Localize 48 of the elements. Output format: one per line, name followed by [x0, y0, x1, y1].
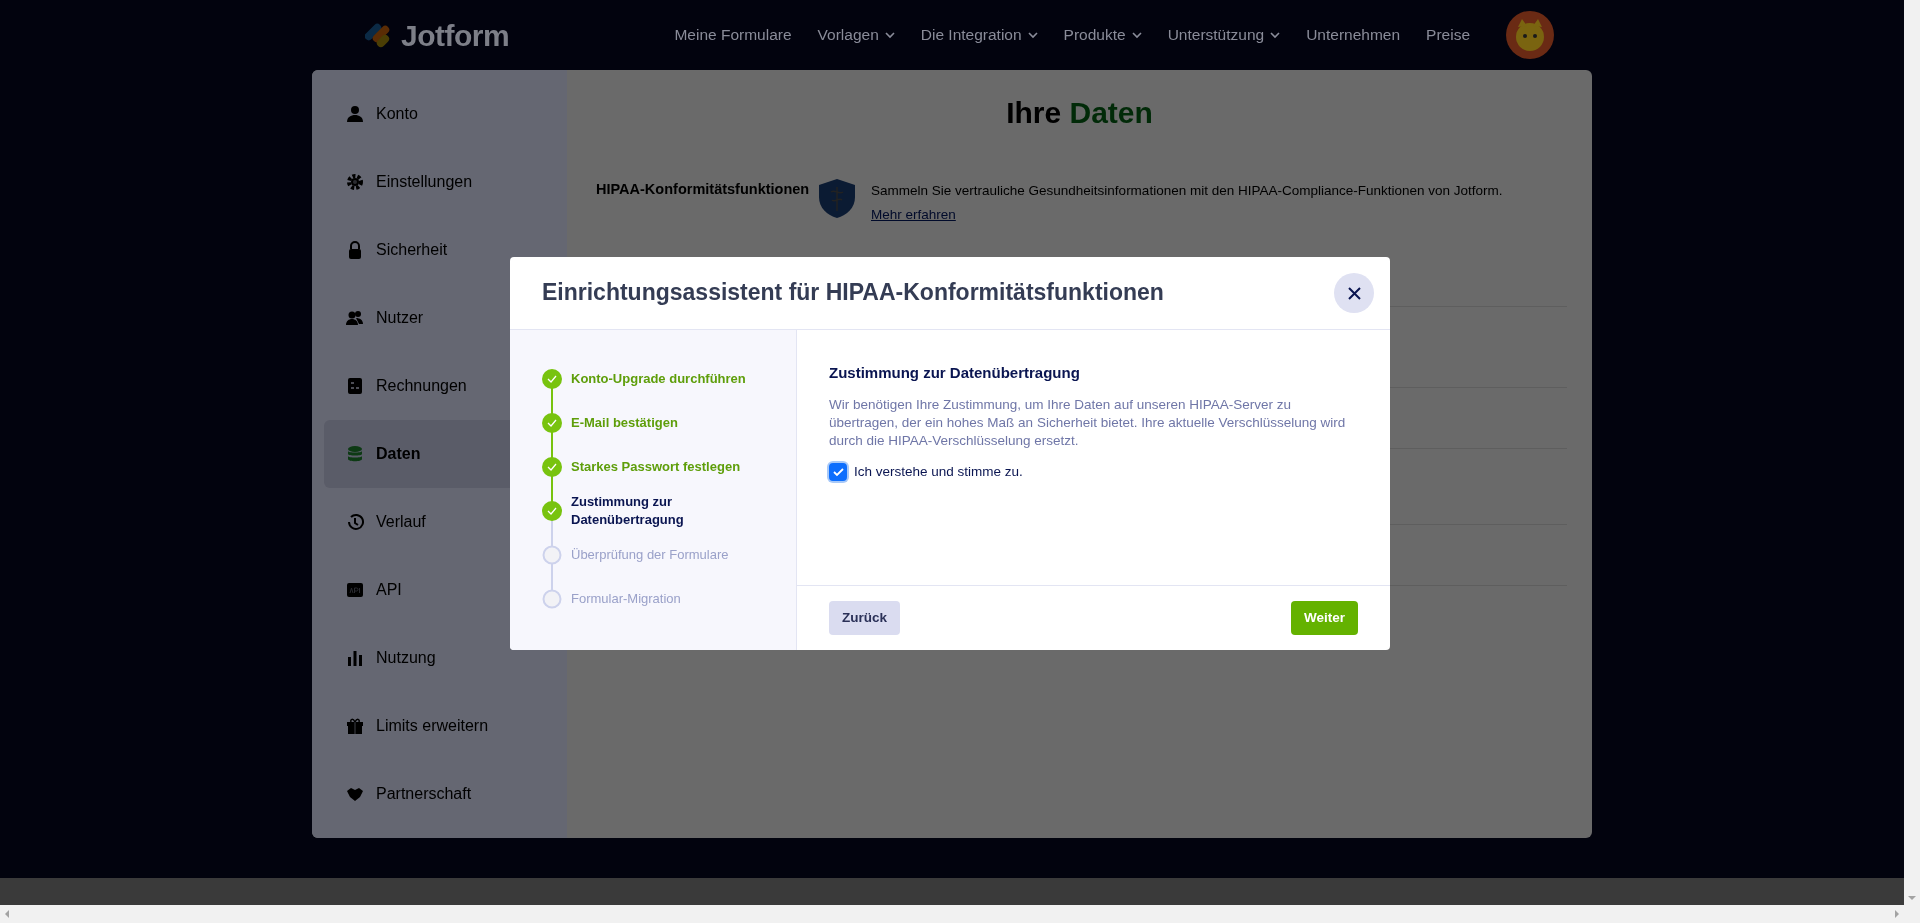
gift-icon	[346, 717, 364, 735]
avatar-icon[interactable]	[1506, 11, 1554, 59]
section-description: Sammeln Sie vertrauliche Gesundheitsinformationen mit den HIPAA-Compliance-Funktionen von Jotform.	[871, 182, 1503, 200]
sidebar-item[interactable]: Nutzung	[324, 624, 567, 692]
learn-more-link[interactable]: Mehr erfahren	[871, 205, 956, 226]
lock-icon	[346, 241, 364, 259]
dialog-title: Einrichtungsassistent für HIPAA-Konformitätsfunktionen	[542, 279, 1164, 307]
bar-chart-icon	[346, 649, 364, 667]
step-title: Zustimmung zur Datenübertragung	[829, 364, 1081, 382]
page-title: Ihre Daten	[1005, 95, 1154, 131]
back-button[interactable]: Zurück	[829, 600, 900, 636]
nav-link[interactable]: Preise	[1426, 23, 1470, 47]
close-button[interactable]	[1334, 273, 1374, 313]
settings-icon	[346, 173, 364, 191]
shield-icon	[817, 178, 857, 219]
step-label: Konto-Upgrade durchführen	[571, 369, 746, 388]
sidebar-item[interactable]: Verlauf	[324, 488, 567, 556]
logo-text[interactable]: Jotform	[401, 12, 510, 58]
consent-checkbox[interactable]	[829, 462, 847, 481]
nav-link[interactable]: Meine Formulare	[674, 23, 792, 47]
users-icon	[346, 309, 364, 327]
api-icon	[346, 581, 364, 599]
step-label: Formular-Migration	[571, 589, 681, 608]
step-description: Wir benötigen Ihre Zustimmung, um Ihre Daten auf unseren HIPAA-Server zu übertragen, der ein hohes Maß an Sicherheit bietet. Ihre aktuelle Verschlüsselung wird durch die HIPAA-Verschlüsselung ersetzt.	[829, 396, 1347, 451]
sidebar-item[interactable]: API	[324, 556, 567, 624]
nav-link[interactable]: Unternehmen	[1306, 23, 1401, 47]
invoice-icon	[346, 377, 364, 395]
database-icon	[346, 445, 364, 463]
sidebar-item[interactable]: Einstellungen	[324, 148, 567, 216]
person-icon	[346, 105, 364, 123]
nav-link[interactable]: Vorlagen	[817, 23, 895, 47]
step-label: Zustimmung zur Datenübertragung	[571, 492, 685, 529]
sidebar-item[interactable]: Partnerschaft	[324, 760, 567, 828]
step-label: Überprüfung der Formulare	[571, 545, 729, 564]
sidebar-item[interactable]: Limits erweitern	[324, 692, 567, 760]
sidebar-item[interactable]: Rechnungen	[324, 352, 567, 420]
clock-icon	[346, 513, 364, 531]
sidebar-item[interactable]: Konto	[324, 80, 567, 148]
check-icon	[832, 466, 844, 477]
consent-label: Ich verstehe und stimme zu.	[854, 462, 1023, 481]
close-icon	[1347, 286, 1361, 300]
nav-link[interactable]: Die Integration	[920, 23, 1038, 47]
nav-link[interactable]: Produkte	[1063, 23, 1142, 47]
section-label: HIPAA-Konformitätsfunktionen	[595, 181, 811, 199]
next-button[interactable]: Weiter	[1291, 600, 1358, 636]
step-label: E-Mail bestätigen	[571, 413, 678, 432]
step-label: Starkes Passwort festlegen	[571, 457, 741, 476]
nav-link[interactable]: Unterstützung	[1167, 23, 1281, 47]
